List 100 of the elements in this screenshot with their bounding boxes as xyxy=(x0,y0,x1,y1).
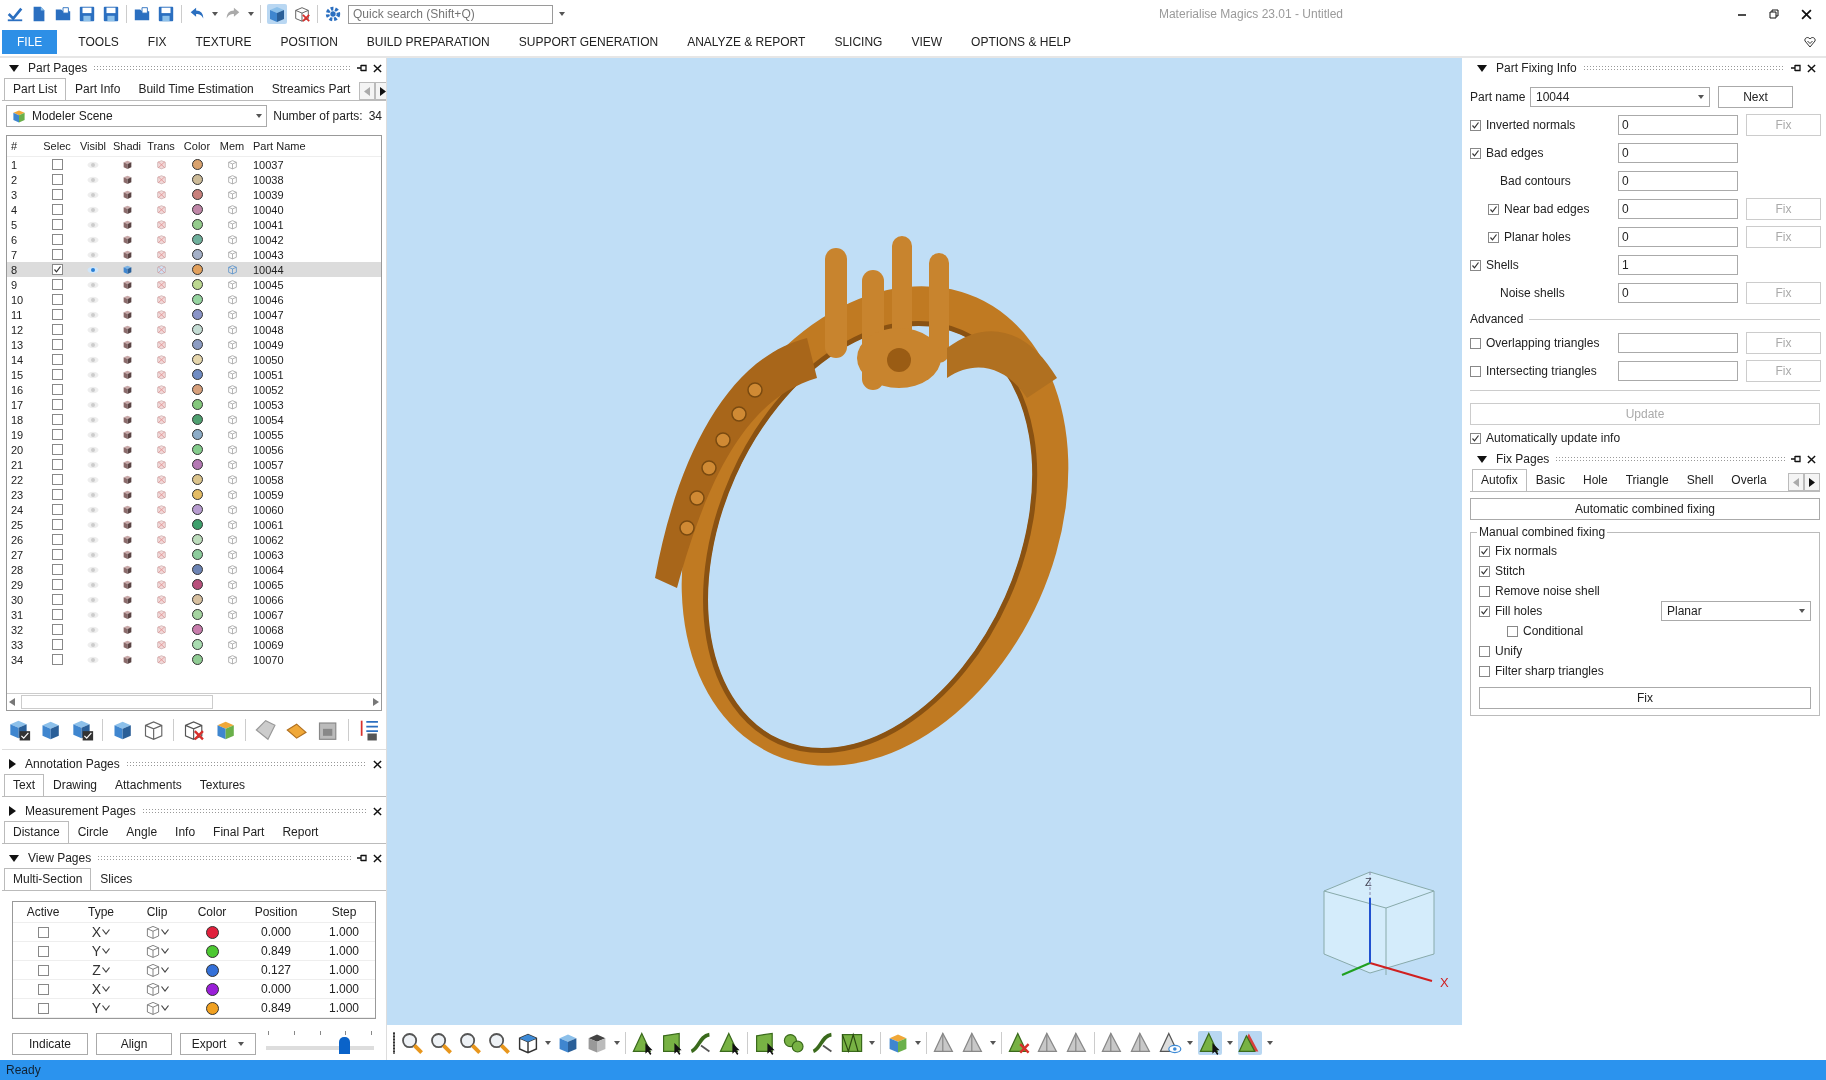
magnifier-icon[interactable] xyxy=(458,1030,482,1055)
checkbox[interactable] xyxy=(51,579,63,590)
pin-icon[interactable] xyxy=(1791,455,1801,463)
tab[interactable]: Textures xyxy=(190,774,255,796)
cube-icon[interactable] xyxy=(121,354,133,365)
color-dot[interactable] xyxy=(191,489,203,500)
part-name[interactable]: 10047 xyxy=(249,308,284,321)
ribbon-toggle-icon[interactable] xyxy=(1804,36,1816,48)
transparent-cube-icon[interactable] xyxy=(155,579,167,590)
part-name[interactable]: 10070 xyxy=(249,653,284,666)
scroll-right-button[interactable] xyxy=(1804,473,1820,491)
button[interactable]: Indicate xyxy=(12,1033,88,1055)
selected-row[interactable]: 8 10044 xyxy=(7,262,381,277)
tab[interactable]: Part List xyxy=(4,78,66,100)
color-dot[interactable] xyxy=(191,294,203,305)
caret-icon[interactable] xyxy=(212,12,218,16)
part-name[interactable]: 10043 xyxy=(249,248,284,261)
collapse-icon[interactable] xyxy=(9,854,19,862)
cube-icon[interactable] xyxy=(121,564,133,575)
transparent-cube-icon[interactable] xyxy=(155,174,167,185)
restore-icon[interactable] xyxy=(1769,9,1779,19)
part-name[interactable]: 10052 xyxy=(249,383,284,396)
triangle-cursor-icon[interactable] xyxy=(1198,1030,1222,1055)
transparent-cube-icon[interactable] xyxy=(155,609,167,620)
column-header[interactable]: Mem xyxy=(219,140,245,152)
column-header[interactable]: Active xyxy=(26,905,60,919)
transparent-cube-icon[interactable] xyxy=(155,444,167,455)
button[interactable]: Align xyxy=(96,1033,172,1055)
part-name[interactable]: 10055 xyxy=(249,428,284,441)
tab[interactable]: Shell xyxy=(1677,469,1723,491)
checkbox[interactable] xyxy=(51,159,63,170)
checkbox[interactable] xyxy=(51,654,63,665)
checkbox[interactable] xyxy=(51,279,63,290)
color-dot[interactable] xyxy=(205,944,219,958)
checkbox[interactable] xyxy=(51,459,63,470)
checkbox[interactable] xyxy=(51,189,63,200)
triangle-eye-icon[interactable] xyxy=(1158,1030,1182,1055)
right-arrow-icon[interactable] xyxy=(373,698,379,706)
part-name[interactable]: 10065 xyxy=(249,578,284,591)
tab[interactable]: Slices xyxy=(91,868,142,890)
triangle-cursor-icon[interactable] xyxy=(718,1030,742,1055)
column-header[interactable]: # xyxy=(7,140,18,152)
color-dot[interactable] xyxy=(191,549,203,560)
checkbox[interactable] xyxy=(51,519,63,530)
checkbox[interactable] xyxy=(51,489,63,500)
checkbox[interactable] xyxy=(1470,337,1481,349)
checkbox[interactable] xyxy=(1479,645,1490,657)
checkbox[interactable] xyxy=(51,309,63,320)
part-name[interactable]: 10039 xyxy=(249,188,284,201)
column-header[interactable]: Clip xyxy=(146,905,168,919)
checkbox[interactable] xyxy=(37,926,49,938)
close-icon[interactable] xyxy=(373,806,382,816)
part-name[interactable]: 10056 xyxy=(249,443,284,456)
color-dot[interactable] xyxy=(191,159,203,170)
color-dot[interactable] xyxy=(191,594,203,605)
checkbox[interactable] xyxy=(51,609,63,620)
column-header[interactable]: Visibl xyxy=(79,140,107,152)
checkbox[interactable] xyxy=(1479,545,1490,557)
cube-icon[interactable] xyxy=(121,249,133,260)
triangle-icon[interactable] xyxy=(1100,1030,1124,1055)
transparent-cube-icon[interactable] xyxy=(155,354,167,365)
checkbox[interactable] xyxy=(51,264,63,275)
ring-model-drawing[interactable] xyxy=(655,236,1069,766)
axis-dropdown[interactable]: X xyxy=(91,924,102,940)
chevron-icon[interactable] xyxy=(161,967,169,973)
transparent-cube-icon[interactable] xyxy=(155,534,167,545)
cube-icon[interactable] xyxy=(121,654,133,665)
color-dot[interactable] xyxy=(191,429,203,440)
color-dot[interactable] xyxy=(191,354,203,365)
transparent-cube-icon[interactable] xyxy=(155,189,167,200)
checkbox[interactable] xyxy=(1470,147,1481,159)
checkbox[interactable] xyxy=(51,474,63,485)
checkbox[interactable] xyxy=(51,339,63,350)
cube-check-icon[interactable] xyxy=(70,718,94,742)
cube-icon[interactable] xyxy=(121,264,133,275)
close-icon[interactable] xyxy=(373,853,382,863)
cube-icon[interactable] xyxy=(121,174,133,185)
caret-icon[interactable] xyxy=(248,12,254,16)
slider-thumb[interactable] xyxy=(338,1037,350,1054)
transparent-cube-icon[interactable] xyxy=(155,504,167,515)
tab[interactable]: Info xyxy=(166,821,205,843)
transparent-cube-icon[interactable] xyxy=(155,474,167,485)
color-dot[interactable] xyxy=(191,384,203,395)
close-icon[interactable] xyxy=(1807,63,1816,73)
checkbox[interactable] xyxy=(51,534,63,545)
cube-icon[interactable] xyxy=(121,489,133,500)
transparent-cube-icon[interactable] xyxy=(155,324,167,335)
triangle-pair-icon[interactable] xyxy=(1238,1030,1262,1055)
part-name[interactable]: 10048 xyxy=(249,323,284,336)
color-dot[interactable] xyxy=(191,519,203,530)
color-dot[interactable] xyxy=(191,249,203,260)
checkbox[interactable] xyxy=(1470,365,1481,377)
color-dot[interactable] xyxy=(191,324,203,335)
pin-icon[interactable] xyxy=(357,64,367,72)
cube-icon[interactable] xyxy=(121,309,133,320)
next-button[interactable]: Next xyxy=(1718,86,1793,108)
checkbox[interactable] xyxy=(51,444,63,455)
checkbox[interactable] xyxy=(37,1002,49,1014)
transparent-cube-icon[interactable] xyxy=(155,234,167,245)
pin-icon[interactable] xyxy=(357,854,367,862)
